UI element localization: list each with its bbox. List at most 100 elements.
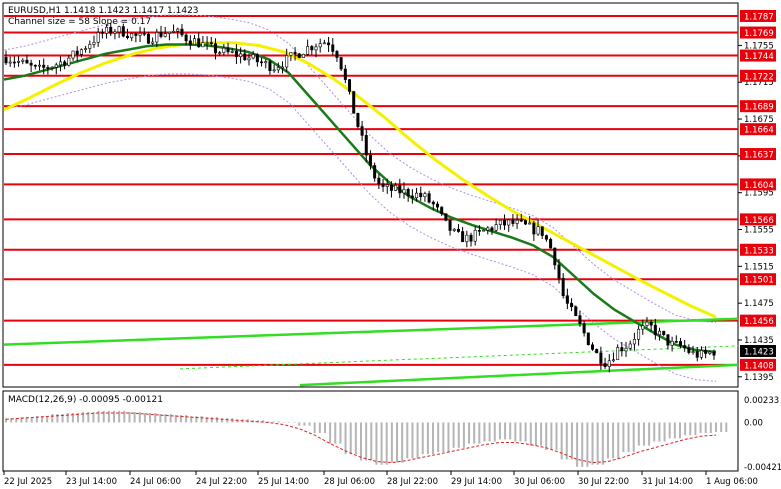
macd-bar [689, 422, 692, 436]
macd-bar [437, 422, 440, 453]
macd-bar [632, 422, 635, 453]
candle-body [38, 64, 42, 67]
candle-body [318, 43, 322, 48]
level-label: 1.1744 [744, 52, 774, 62]
time-tick-label: 22 Jul 2025 [4, 477, 52, 487]
candle-body [71, 50, 75, 59]
time-tick-label: 23 Jul 14:00 [66, 477, 117, 487]
candle-body [159, 32, 163, 37]
macd-bar [673, 422, 676, 439]
candle-body [218, 52, 222, 54]
candle-body [540, 226, 544, 236]
macd-bar [339, 422, 342, 444]
candle-body [436, 203, 440, 208]
macd-bar [493, 422, 496, 442]
macd-bar [51, 414, 54, 423]
macd-bar [298, 422, 301, 426]
candle-body [406, 189, 410, 197]
macd-bar [138, 411, 141, 423]
candle-body [327, 42, 331, 46]
candle-body [352, 91, 356, 114]
candle-body [368, 154, 372, 166]
time-tick-label: 30 Jul 22:00 [578, 477, 629, 487]
candle-body [662, 330, 666, 335]
macd-bar [627, 422, 630, 453]
macd-bar [617, 422, 620, 459]
candle-body [25, 59, 29, 64]
candle-body [544, 235, 548, 240]
price-tick-label: 1.1555 [744, 226, 774, 236]
macd-bar [514, 422, 517, 442]
macd-bar [169, 414, 172, 423]
candle-body [138, 33, 142, 36]
candle-body [565, 295, 569, 304]
macd-bar [442, 422, 445, 453]
trading-chart[interactable]: 1.17551.17151.16751.16351.15951.15551.15… [0, 0, 781, 489]
candle-body [268, 61, 272, 72]
macd-bar [370, 422, 373, 461]
candle-body [105, 26, 109, 34]
candle-body [67, 57, 71, 66]
macd-bar [215, 417, 218, 423]
candle-body [553, 247, 557, 266]
macd-bar [534, 422, 537, 446]
candle-body [58, 61, 62, 66]
candle-body [465, 234, 469, 243]
candle-body [314, 46, 318, 51]
macd-bar [648, 422, 651, 446]
level-label: 1.1689 [744, 103, 774, 113]
macd-bar [694, 422, 697, 436]
candle-body [469, 234, 473, 242]
candle-body [167, 31, 171, 34]
macd-bar [385, 422, 388, 465]
macd-bar [277, 421, 280, 423]
candle-body [704, 350, 708, 354]
candle-body [498, 219, 502, 225]
price-tick-label: 1.1395 [744, 373, 774, 383]
candle-body [448, 220, 452, 231]
candle-body [691, 351, 695, 353]
level-label: 1.1501 [744, 276, 774, 286]
candle-body [712, 351, 716, 356]
macd-bar [282, 422, 285, 423]
macd-bar [570, 422, 573, 460]
macd-bar [596, 422, 599, 465]
candle-body [176, 28, 180, 32]
candle-body [113, 31, 117, 34]
candle-body [452, 228, 456, 231]
macd-bar [720, 422, 723, 432]
macd-bar [143, 412, 146, 423]
candle-body [163, 33, 167, 37]
candle-body [197, 38, 201, 48]
macd-bar [293, 422, 296, 423]
macd-bar [411, 422, 414, 459]
macd-bar [653, 422, 656, 442]
candle-body [276, 67, 280, 71]
candle-body [310, 46, 314, 51]
macd-bar [432, 422, 435, 455]
macd-bar [560, 422, 563, 460]
candle-body [356, 113, 360, 127]
candle-body [29, 62, 33, 66]
candle-body [134, 33, 138, 36]
candle-body [678, 341, 682, 346]
candle-body [645, 321, 649, 326]
candle-body [666, 334, 670, 346]
macd-bar [637, 422, 640, 446]
time-tick-label: 24 Jul 22:00 [196, 477, 247, 487]
candle-body [699, 350, 703, 358]
macd-bar [344, 422, 347, 455]
candle-body [251, 54, 255, 59]
candle-body [461, 231, 465, 243]
candle-body [674, 341, 678, 343]
time-tick-label: 28 Jul 22:00 [387, 477, 438, 487]
macd-bar [457, 422, 460, 448]
level-label: 1.1408 [744, 361, 774, 371]
candle-body [511, 219, 515, 224]
candle-body [591, 344, 595, 350]
candle-body [561, 277, 565, 297]
macd-bar [329, 422, 332, 444]
macd-bar [478, 422, 481, 444]
macd-bar [555, 422, 558, 450]
candle-body [155, 32, 159, 43]
